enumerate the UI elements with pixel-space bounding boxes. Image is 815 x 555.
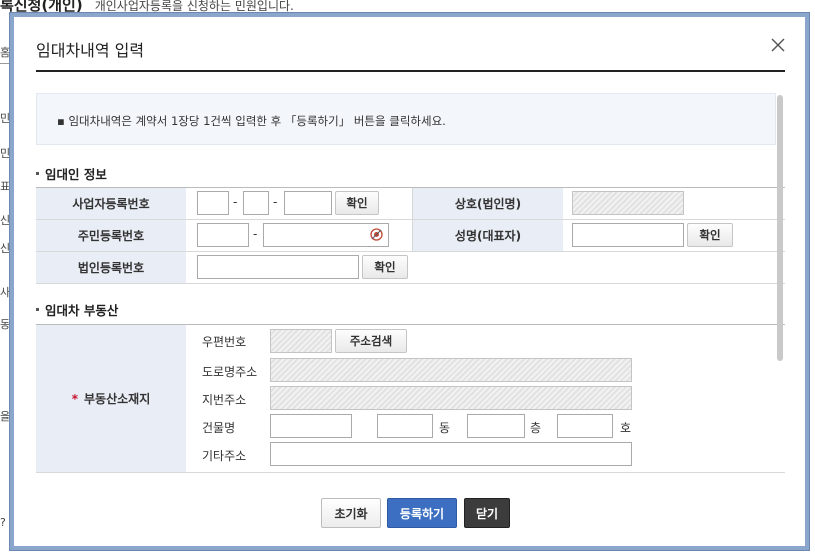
background-edge-text: 민	[0, 112, 11, 125]
building-name-input[interactable]	[270, 414, 352, 438]
dong-input[interactable]	[377, 414, 433, 438]
address-search-button[interactable]: 주소검색	[335, 329, 407, 353]
rep-name-confirm-button[interactable]: 확인	[687, 223, 733, 247]
background-edge-text: 신	[0, 214, 11, 227]
floor-unit-label: 층	[530, 421, 542, 435]
lessor-table: 사업자등록번호 - - 확인 상호(법인명) 주민등록번호 - 성명(대표자) …	[36, 187, 785, 284]
building-name-label: 건물명	[202, 421, 236, 435]
other-address-label: 기타주소	[202, 449, 247, 463]
background-edge-text: 홈	[0, 46, 11, 59]
dash-separator: -	[273, 195, 278, 209]
dialog-content: ▪ 임대차내역은 계약서 1장당 1건씩 입력한 후 「등록하기」 버튼을 클릭…	[36, 87, 785, 477]
reset-button[interactable]: 초기화	[321, 498, 381, 528]
masked-eye-icon[interactable]	[370, 228, 383, 241]
property-section-title: 임대차 부동산	[36, 300, 118, 319]
background-edge-text: 사	[0, 286, 11, 299]
background-edge-text: 신	[0, 242, 11, 255]
trade-name-label: 상호(법인명)	[412, 188, 563, 219]
road-address-input	[270, 358, 632, 382]
postal-code-label: 우편번호	[202, 335, 247, 349]
background-edge-text: 을	[0, 410, 11, 423]
ho-input[interactable]	[557, 414, 613, 438]
rep-name-label: 성명(대표자)	[412, 220, 563, 251]
table-row: 주민등록번호 - 성명(대표자) 확인	[36, 220, 785, 252]
lot-address-label: 지번주소	[202, 393, 247, 407]
biz-reg-no-label: 사업자등록번호	[36, 188, 186, 219]
biz-reg-no-part3-input[interactable]	[284, 191, 332, 215]
ho-unit-label: 호	[620, 421, 632, 435]
road-address-label: 도로명주소	[202, 365, 258, 379]
resident-no-front-input[interactable]	[197, 223, 249, 247]
dash-separator: -	[253, 227, 258, 241]
biz-reg-no-part1-input[interactable]	[197, 191, 229, 215]
lot-address-input	[270, 386, 632, 410]
register-button[interactable]: 등록하기	[387, 498, 457, 528]
background-edge-text: ?	[0, 516, 6, 529]
title-divider	[36, 70, 785, 72]
corp-reg-no-input[interactable]	[197, 255, 359, 279]
property-table: * 부동산소재지 우편번호 주소검색 도로명주소 지번주소 건물명 동 층 호 …	[36, 324, 785, 473]
table-row: * 부동산소재지 우편번호 주소검색 도로명주소 지번주소 건물명 동 층 호 …	[36, 325, 785, 473]
lessor-section-title: 임대인 정보	[36, 164, 107, 183]
corp-reg-no-confirm-button[interactable]: 확인	[362, 255, 408, 279]
content-scrollbar[interactable]	[777, 95, 783, 361]
table-row: 사업자등록번호 - - 확인 상호(법인명)	[36, 188, 785, 220]
dialog-title: 임대차내역 입력	[36, 41, 145, 60]
resident-no-back-input[interactable]	[263, 223, 389, 247]
postal-code-input	[270, 329, 332, 353]
floor-input[interactable]	[467, 414, 525, 438]
resident-no-label: 주민등록번호	[36, 220, 186, 251]
notice-box: ▪ 임대차내역은 계약서 1장당 1건씩 입력한 후 「등록하기」 버튼을 클릭…	[36, 93, 776, 145]
rep-name-input[interactable]	[572, 223, 684, 247]
table-row: 법인등록번호 확인	[36, 252, 785, 284]
lease-entry-dialog: 임대차내역 입력 ▪ 임대차내역은 계약서 1장당 1건씩 입력한 후 「등록하…	[10, 13, 809, 550]
dong-unit-label: 동	[439, 421, 451, 435]
corp-reg-no-label: 법인등록번호	[36, 252, 186, 283]
trade-name-input	[572, 191, 684, 215]
other-address-input[interactable]	[270, 442, 632, 466]
notice-text: ▪ 임대차내역은 계약서 1장당 1건씩 입력한 후 「등록하기」 버튼을 클릭…	[57, 114, 446, 128]
biz-reg-no-confirm-button[interactable]: 확인	[335, 191, 379, 215]
property-location-label: * 부동산소재지	[36, 325, 186, 472]
background-edge-text: 표	[0, 180, 11, 193]
close-icon[interactable]	[770, 37, 786, 53]
biz-reg-no-part2-input[interactable]	[243, 191, 269, 215]
background-edge-text: 민	[0, 147, 11, 160]
background-edge-text: 동	[0, 318, 11, 331]
close-button[interactable]: 닫기	[464, 498, 510, 528]
dash-separator: -	[233, 195, 238, 209]
